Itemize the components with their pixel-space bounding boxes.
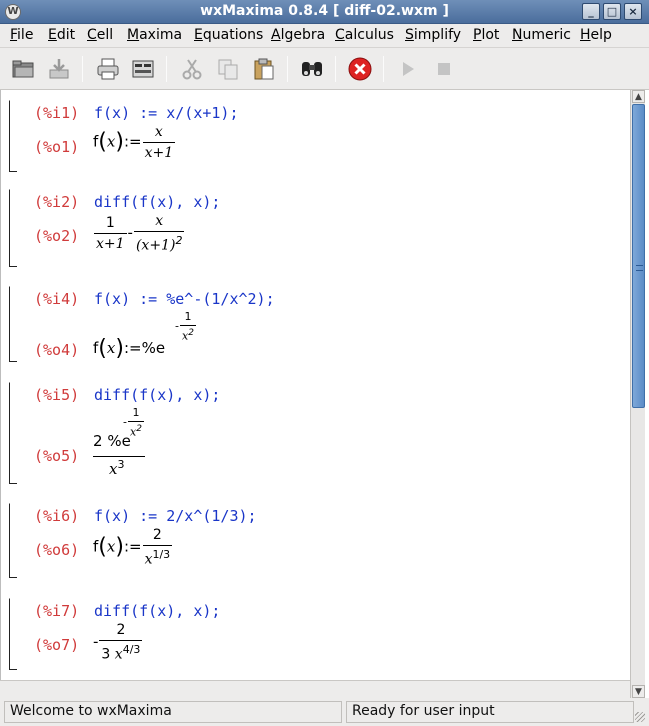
cell-5[interactable]: (%i6) f(x) := 2/x^(1/3); (%o6) f(x):= 2 x1…	[1, 503, 630, 578]
toolbar-separator	[166, 56, 167, 82]
menu-algebra[interactable]: Algebra	[271, 27, 325, 43]
resize-grip-icon[interactable]	[635, 712, 645, 722]
input-label: (%i1)	[34, 104, 80, 122]
cell-bracket[interactable]	[9, 503, 18, 578]
maximize-icon[interactable]: □	[603, 3, 621, 20]
toolbar-separator	[287, 56, 288, 82]
close-icon[interactable]: ×	[624, 3, 642, 20]
status-state: Ready for user input	[346, 701, 634, 723]
cell-3[interactable]: (%i4) f(x) := %e^-(1/x^2); (%o4) f(x):=%…	[1, 286, 630, 362]
output-expression: -23 x4/3	[93, 622, 143, 663]
menu-simplify[interactable]: Simplify	[405, 27, 461, 43]
toolbar-separator	[383, 56, 384, 82]
cell-bracket[interactable]	[9, 189, 18, 267]
menu-help[interactable]: Help	[580, 27, 612, 43]
input-label: (%i7)	[34, 602, 80, 620]
title-bar: W wxMaxima 0.8.4 [ diff-02.wxm ] _ □ ×	[0, 0, 649, 24]
output-expression: 1 x+1- x (x+1)2	[94, 213, 185, 254]
input-expression[interactable]: f(x) := 2/x^(1/3);	[94, 507, 257, 525]
output-expression: 2 %e -1 x2 x3	[93, 406, 153, 482]
output-expression: f(x):= x x+1	[93, 124, 176, 161]
interrupt-icon[interactable]	[347, 56, 373, 82]
input-expression[interactable]: f(x) := x/(x+1);	[94, 104, 239, 122]
cut-icon[interactable]	[179, 56, 205, 82]
output-label: (%o5)	[34, 447, 80, 465]
scrollbar-thumb[interactable]	[632, 104, 645, 408]
output-label: (%o2)	[34, 227, 80, 245]
input-label: (%i6)	[34, 507, 80, 525]
toolbar-separator	[335, 56, 336, 82]
scroll-down-icon[interactable]: ▼	[632, 685, 645, 698]
input-label: (%i2)	[34, 193, 80, 211]
output-label: (%o4)	[34, 341, 80, 359]
input-expression[interactable]: f(x) := %e^-(1/x^2);	[94, 290, 275, 308]
input-expression[interactable]: diff(f(x), x);	[94, 193, 220, 211]
output-label: (%o1)	[34, 138, 80, 156]
input-label: (%i4)	[34, 290, 80, 308]
status-message: Welcome to wxMaxima	[4, 701, 342, 723]
toolbar-separator	[82, 56, 83, 82]
menu-maxima[interactable]: Maxima	[127, 27, 182, 43]
menu-bar: File Edit Cell Maxima Equations Algebra …	[0, 24, 649, 48]
save-icon[interactable]	[46, 56, 72, 82]
menu-edit[interactable]: Edit	[48, 27, 75, 43]
stop-icon[interactable]	[431, 56, 457, 82]
cell-bracket[interactable]	[9, 286, 18, 362]
paste-icon[interactable]	[251, 56, 277, 82]
menu-calculus[interactable]: Calculus	[335, 27, 394, 43]
cell-6[interactable]: (%i7) diff(f(x), x); (%o7) -23 x4/3	[1, 598, 630, 670]
print-icon[interactable]	[95, 56, 121, 82]
cell-bracket[interactable]	[9, 598, 18, 670]
menu-numeric[interactable]: Numeric	[512, 27, 571, 43]
play-icon[interactable]	[395, 56, 421, 82]
input-label: (%i5)	[34, 386, 80, 404]
output-expression: f(x):= 2 x1/3	[93, 527, 173, 568]
output-label: (%o6)	[34, 541, 80, 559]
open-folder-icon[interactable]	[10, 56, 36, 82]
menu-plot[interactable]: Plot	[473, 27, 499, 43]
cell-bracket[interactable]	[9, 100, 18, 172]
window-title: wxMaxima 0.8.4 [ diff-02.wxm ]	[200, 3, 449, 19]
cell-2[interactable]: (%i2) diff(f(x), x); (%o2) 1 x+1- x (x+1)2	[1, 189, 630, 267]
output-label: (%o7)	[34, 636, 80, 654]
scroll-up-icon[interactable]: ▲	[632, 90, 645, 103]
toolbar	[0, 48, 649, 90]
input-expression[interactable]: diff(f(x), x);	[94, 602, 220, 620]
menu-equations[interactable]: Equations	[194, 27, 263, 43]
vertical-scrollbar[interactable]: ▲ ▼	[630, 90, 645, 698]
horizontal-scroll-area	[0, 680, 630, 698]
find-icon[interactable]	[299, 56, 325, 82]
cell-4[interactable]: (%i5) diff(f(x), x); (%o5) 2 %e -1 x2 x3	[1, 382, 630, 484]
cell-1[interactable]: (%i1) f(x) := x/(x+1); (%o1) f(x):= x x+1	[1, 100, 630, 172]
status-bar: Welcome to wxMaxima Ready for user input	[0, 698, 649, 726]
input-expression[interactable]: diff(f(x), x);	[94, 386, 220, 404]
menu-file[interactable]: File	[10, 27, 33, 43]
menu-cell[interactable]: Cell	[87, 27, 113, 43]
config-icon[interactable]	[130, 56, 156, 82]
copy-icon[interactable]	[215, 56, 241, 82]
minimize-icon[interactable]: _	[582, 3, 600, 20]
worksheet[interactable]: (%i1) f(x) := x/(x+1); (%o1) f(x):= x x+1 …	[0, 90, 630, 680]
cell-bracket[interactable]	[9, 382, 18, 484]
